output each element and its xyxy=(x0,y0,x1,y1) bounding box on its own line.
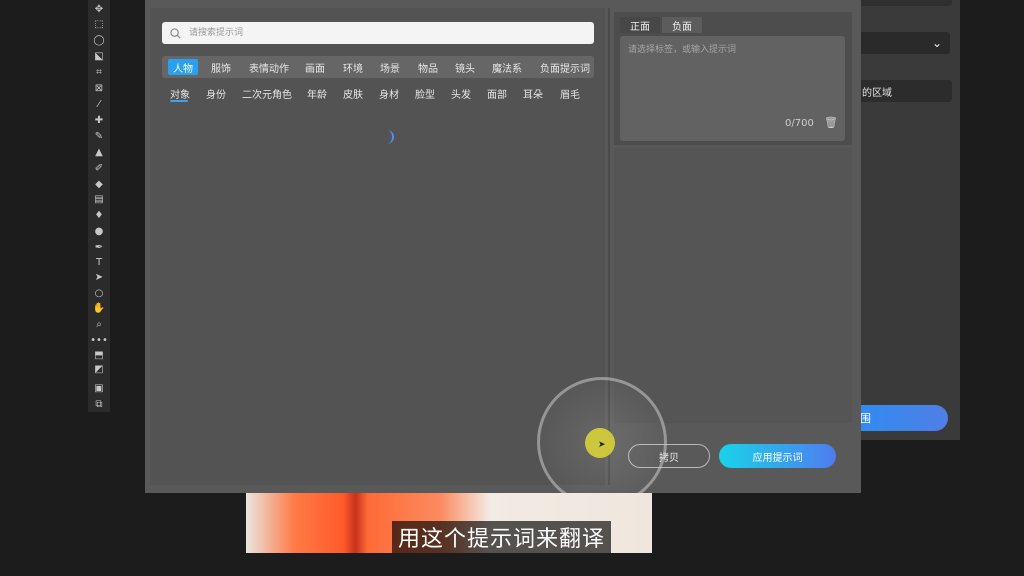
video-subtitle: 用这个提示词来翻译 xyxy=(392,521,612,553)
background-area-label: 的区域 xyxy=(858,80,952,102)
loading-spinner-icon xyxy=(380,130,394,144)
tag-library-panel xyxy=(150,8,605,485)
tools-panel: ✥ ⬚ ◯ ⬕ ⌗ ⊠ ⁄ ✚ ✎ ▲ ✐ ◆ ▤ ♦ ● ✒ T ➤ ○ ✋ … xyxy=(88,0,110,412)
tab-negative[interactable]: 负面 xyxy=(662,17,702,33)
background-dropdown[interactable]: ⌄ xyxy=(858,32,950,54)
screen-mode-icon[interactable]: ⧉ xyxy=(88,397,110,411)
path-select-tool-icon[interactable]: ➤ xyxy=(88,270,110,284)
subtab-hair[interactable]: 头发 xyxy=(451,86,471,101)
pen-tool-icon[interactable]: ✒ xyxy=(88,240,110,254)
stamp-tool-icon[interactable]: ▲ xyxy=(88,145,110,159)
subtab-object[interactable]: 对象 xyxy=(170,86,190,101)
background-panel xyxy=(850,0,960,440)
active-subtab-indicator xyxy=(170,100,188,102)
hand-tool-icon[interactable]: ✋ xyxy=(88,301,110,315)
eraser-tool-icon[interactable]: ◆ xyxy=(88,177,110,191)
eyedropper-tool-icon[interactable]: ⁄ xyxy=(88,97,110,111)
crop-tool-icon[interactable]: ⌗ xyxy=(88,65,110,79)
tab-category-scene[interactable]: 场景 xyxy=(380,59,400,75)
apply-prompt-button[interactable]: 应用提示词 xyxy=(719,444,836,468)
subtab-identity[interactable]: 身份 xyxy=(206,86,226,101)
quick-mask-icon[interactable]: ▣ xyxy=(88,381,110,395)
subtab-age[interactable]: 年龄 xyxy=(307,86,327,101)
trash-icon[interactable]: 🗑 xyxy=(824,116,838,129)
marquee-tool-icon[interactable]: ⬚ xyxy=(88,17,110,31)
search-box[interactable] xyxy=(162,22,594,44)
prompt-placeholder: 请选择标签，或输入提示词 xyxy=(628,45,737,55)
tab-category-composition[interactable]: 画面 xyxy=(305,59,325,75)
tab-category-environment[interactable]: 环境 xyxy=(343,59,363,75)
cursor-arrow-icon: ➤ xyxy=(598,440,606,450)
ellipse-tool-icon[interactable]: ○ xyxy=(88,286,110,300)
healing-brush-tool-icon[interactable]: ✚ xyxy=(88,113,110,127)
frame-tool-icon[interactable]: ⊠ xyxy=(88,81,110,95)
color-swatch-icon[interactable]: ◩ xyxy=(88,362,110,376)
subtab-body[interactable]: 身材 xyxy=(379,86,399,101)
search-icon xyxy=(170,27,181,39)
object-select-tool-icon[interactable]: ⬕ xyxy=(88,49,110,63)
translation-panel xyxy=(614,148,852,423)
more-tools-icon[interactable]: ••• xyxy=(88,333,110,347)
move-tool-icon[interactable]: ✥ xyxy=(88,2,110,16)
subtab-ears[interactable]: 耳朵 xyxy=(523,86,543,101)
tab-category-negative[interactable]: 负面提示词 xyxy=(540,59,590,75)
subtab-skin[interactable]: 皮肤 xyxy=(343,86,363,101)
dodge-tool-icon[interactable]: ● xyxy=(88,224,110,238)
tab-category-magic[interactable]: 魔法系 xyxy=(492,59,522,75)
subtab-eyebrows[interactable]: 眉毛 xyxy=(560,86,580,101)
background-panel-header xyxy=(858,0,952,6)
tab-category-person[interactable]: 人物 xyxy=(168,59,198,75)
tab-positive[interactable]: 正面 xyxy=(620,17,660,33)
tab-category-objects[interactable]: 物品 xyxy=(418,59,438,75)
tab-category-lens[interactable]: 镜头 xyxy=(455,59,475,75)
lasso-tool-icon[interactable]: ◯ xyxy=(88,33,110,47)
chevron-down-icon: ⌄ xyxy=(931,36,942,50)
tab-category-expression[interactable]: 表情动作 xyxy=(249,59,289,75)
character-counter: 0/700 xyxy=(785,118,814,129)
zoom-tool-icon[interactable]: ⌕ xyxy=(88,317,110,331)
search-input[interactable] xyxy=(187,27,571,39)
type-tool-icon[interactable]: T xyxy=(88,255,110,269)
subtab-face[interactable]: 面部 xyxy=(487,86,507,101)
background-action-button[interactable]: 围 xyxy=(850,405,948,431)
default-colors-icon[interactable]: ⬒ xyxy=(88,348,110,362)
gradient-tool-icon[interactable]: ▤ xyxy=(88,192,110,206)
subtab-face-shape[interactable]: 脸型 xyxy=(415,86,435,101)
history-brush-tool-icon[interactable]: ✐ xyxy=(88,161,110,175)
brush-tool-icon[interactable]: ✎ xyxy=(88,129,110,143)
blur-tool-icon[interactable]: ♦ xyxy=(88,208,110,222)
tab-category-clothing[interactable]: 服饰 xyxy=(211,59,231,75)
category-tabs: 人物 服饰 表情动作 画面 环境 场景 物品 镜头 魔法系 负面提示词 xyxy=(162,56,594,78)
subtab-anime-character[interactable]: 二次元角色 xyxy=(242,86,292,101)
